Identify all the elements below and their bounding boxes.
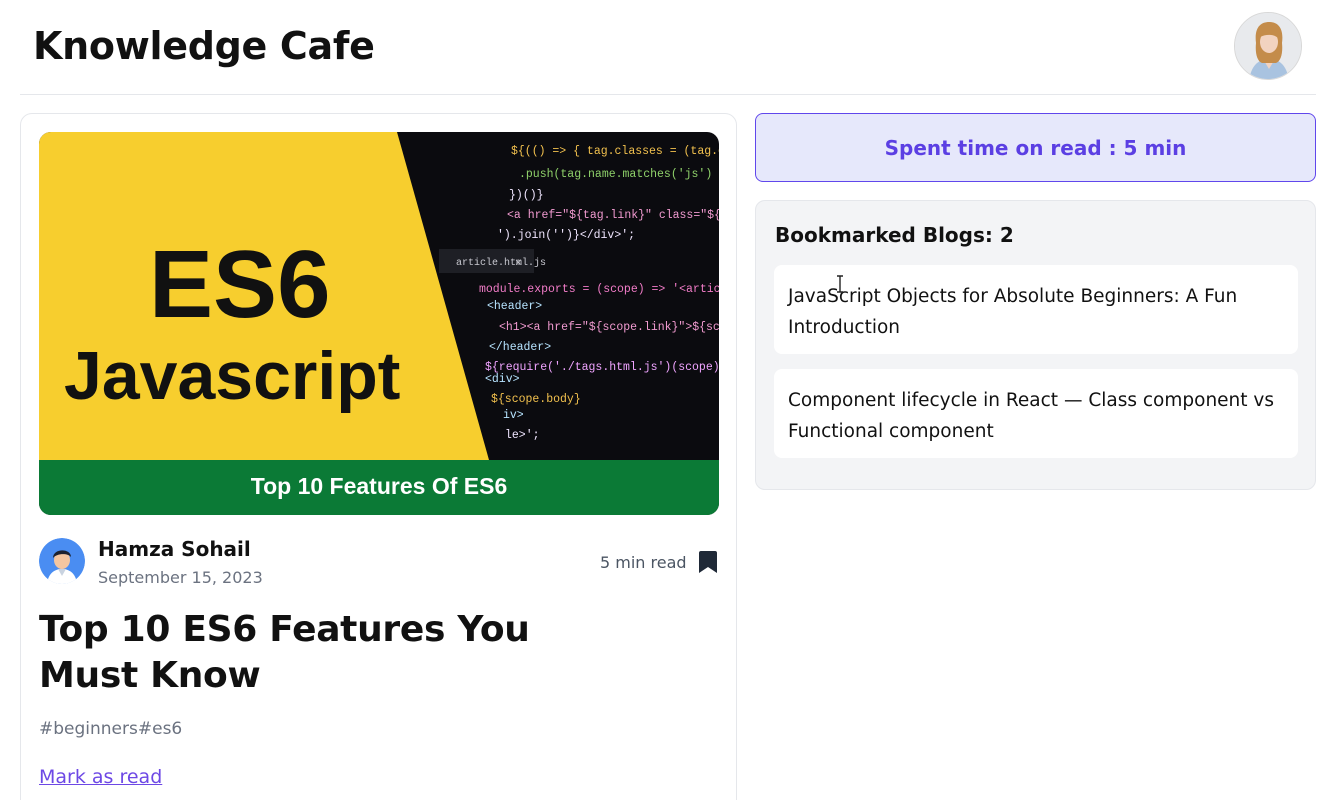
bookmark-icon — [699, 551, 717, 573]
code-line: ${scope.body} — [491, 393, 581, 406]
user-profile-photo-icon — [1235, 13, 1301, 79]
spent-time-box: Spent time on read : 5 min — [755, 113, 1316, 182]
site-title: Knowledge Cafe — [33, 24, 375, 68]
spent-time-text: Spent time on read : 5 min — [884, 135, 1187, 160]
code-line: ${(() => { tag.classes = (tag.classe — [511, 145, 719, 158]
post-hashtags: #beginners#es6 — [39, 719, 183, 739]
code-line: })()} — [509, 189, 544, 202]
code-line: .push(tag.name.matches('js') ? 'ta — [519, 168, 719, 181]
code-line: <h1><a href="${scope.link}">${scope.ti — [499, 321, 719, 334]
author-name: Hamza Sohail — [98, 537, 251, 561]
user-avatar[interactable] — [1234, 12, 1302, 80]
site-header: Knowledge Cafe — [20, 0, 1316, 95]
bookmarks-heading: Bookmarked Blogs: 2 — [775, 223, 1014, 247]
code-line: le>'; — [505, 429, 540, 442]
cover-es6-text: ES6 — [149, 231, 330, 338]
code-line: ${require('./tags.html.js')(scope)} — [485, 361, 719, 374]
read-time: 5 min read — [600, 553, 687, 572]
bookmarked-blog-item[interactable]: Component lifecycle in React — Class com… — [774, 369, 1298, 458]
bookmarked-blog-item[interactable]: JavaScript Objects for Absolute Beginner… — [774, 265, 1298, 354]
code-line: <div> — [485, 373, 520, 386]
svg-text:×: × — [515, 258, 522, 270]
blog-cover-image: ${(() => { tag.classes = (tag.classe .pu… — [39, 132, 719, 515]
blog-card: ${(() => { tag.classes = (tag.classe .pu… — [20, 113, 737, 800]
file-tab-label: article.html.js — [456, 257, 546, 269]
code-line: iv> — [503, 409, 524, 422]
author-avatar — [39, 538, 85, 584]
code-line: module.exports = (scope) => '<article> — [479, 283, 719, 296]
bookmarks-panel: Bookmarked Blogs: 2 JavaScript Objects f… — [755, 200, 1316, 490]
author-avatar-icon — [39, 538, 85, 584]
code-line: <a href="${tag.link}" class="${tag.cl — [507, 209, 719, 222]
code-line: <header> — [487, 300, 542, 313]
post-date: September 15, 2023 — [98, 568, 263, 587]
cover-javascript-text: Javascript — [64, 338, 400, 414]
bookmark-button[interactable] — [699, 551, 717, 573]
mark-as-read-link[interactable]: Mark as read — [39, 766, 162, 788]
post-title: Top 10 ES6 Features You Must Know — [39, 609, 530, 696]
code-line: ').join('')}</div>'; — [497, 229, 635, 242]
code-line: </header> — [489, 341, 551, 354]
cover-banner-text: Top 10 Features Of ES6 — [251, 473, 507, 499]
